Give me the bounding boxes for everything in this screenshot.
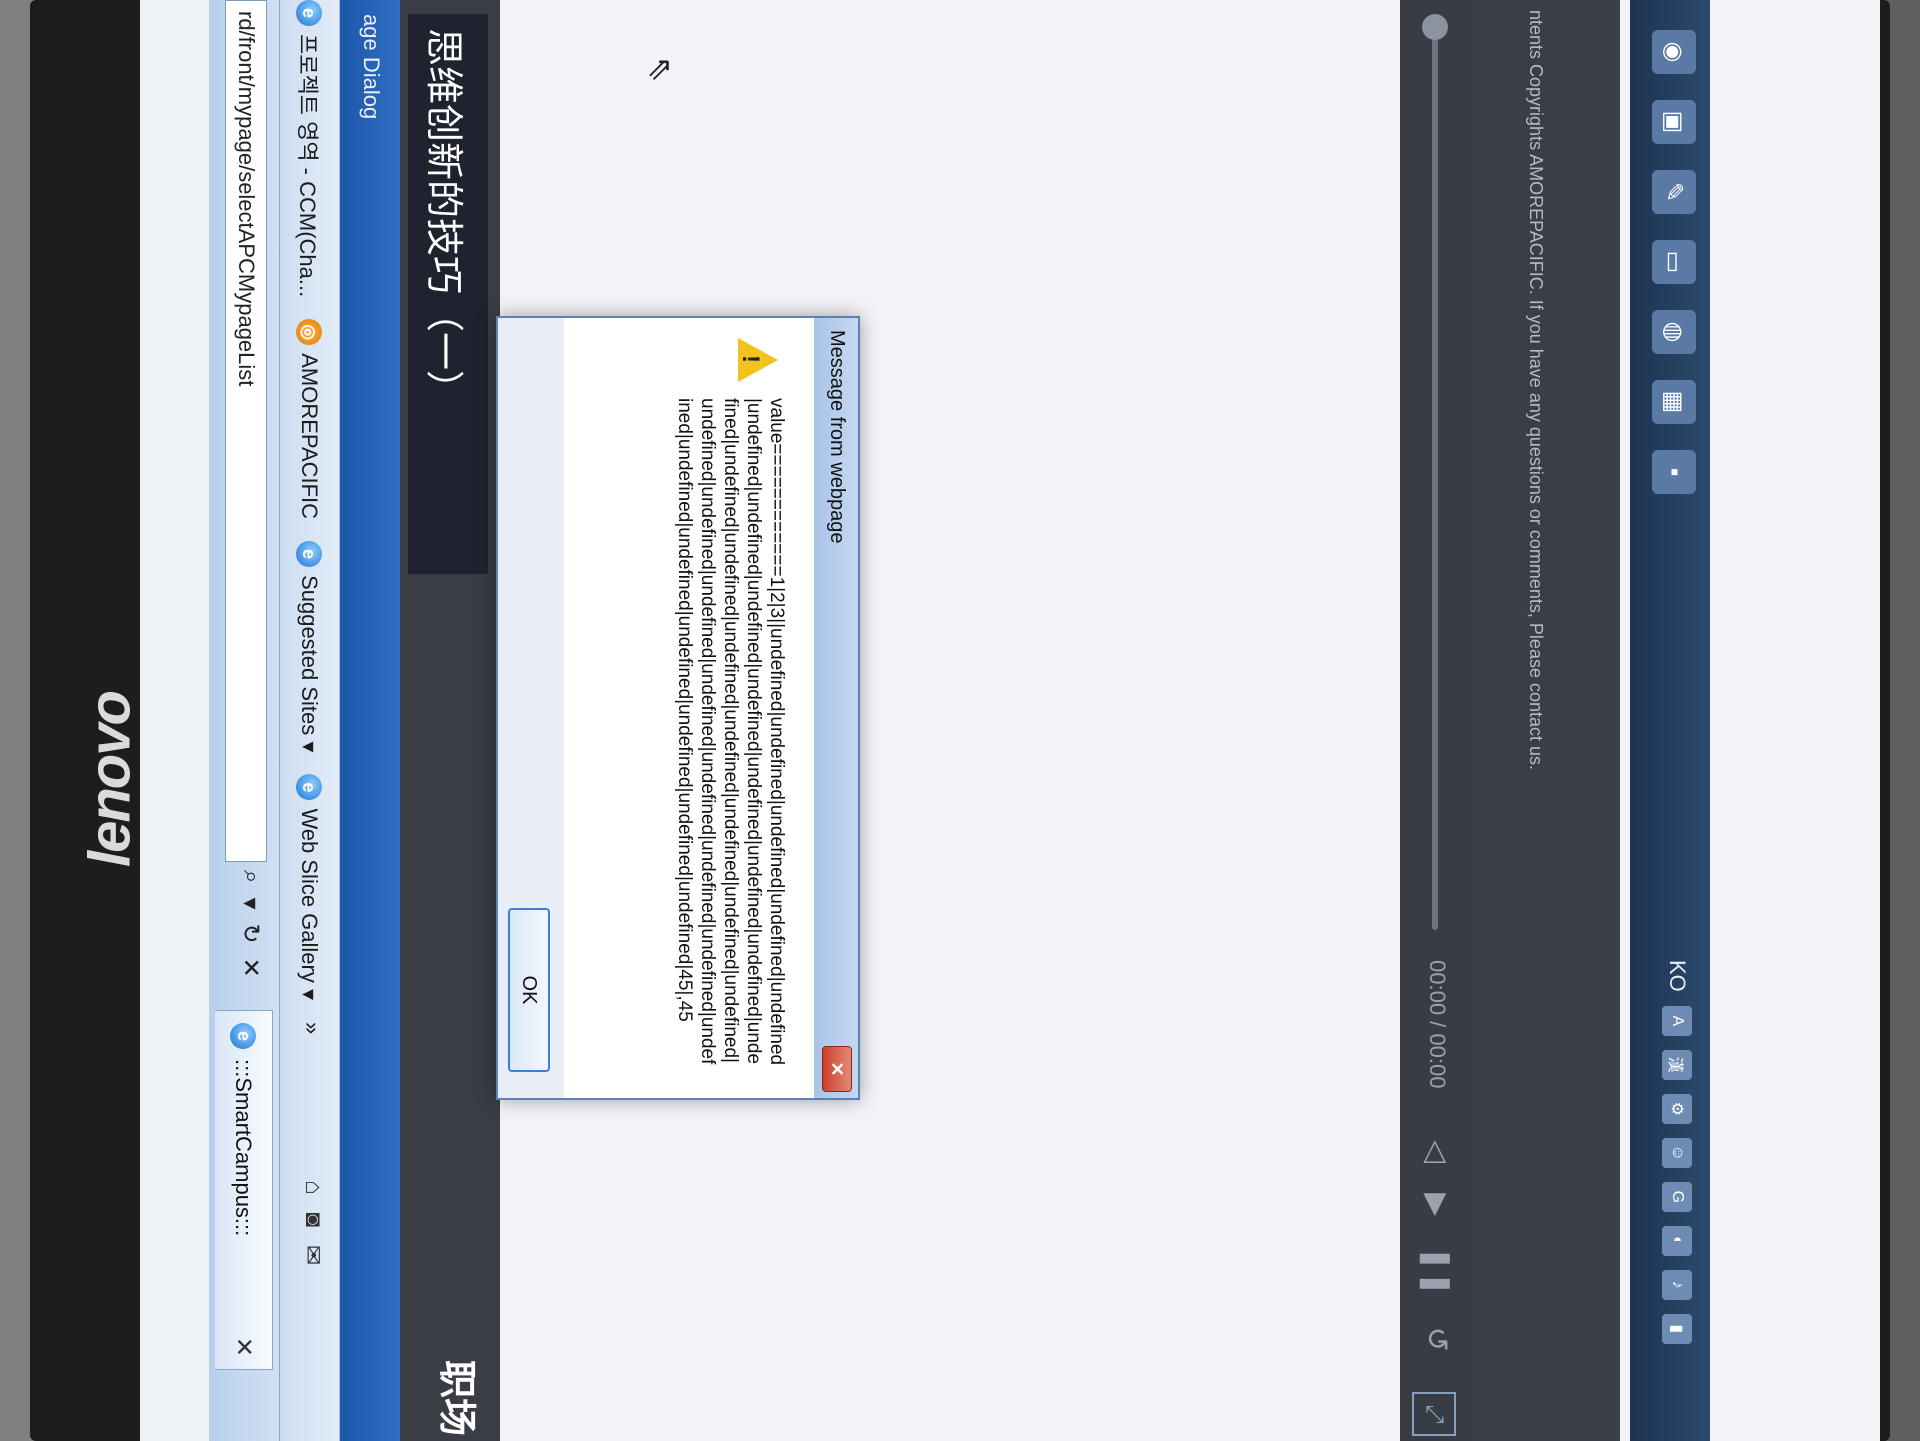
favorite-label: 프로젝트 영역 - CCM(Cha... [295,34,320,298]
page-content: ◉ ▣ ✎ ▭ ◍ ▦ ▪ KO A 漢 ⚙ ☺ G ◐ ♪ ▮ ntents … [400,0,1880,1441]
stop-icon[interactable]: ✕ [236,958,265,978]
chat-icon[interactable]: ◍ [1652,310,1696,354]
favorite-label: Suggested Sites ▾ [297,575,322,753]
taskbar: ◉ ▣ ✎ ▭ ◍ ▦ ▪ KO A 漢 ⚙ ☺ G ◐ ♪ ▮ [1630,0,1710,1441]
command-bar: ⌂ ◙ ✉ [298,1180,327,1265]
page-title: 思维创新的技巧（一） [408,14,488,574]
alert-dialog: Message from webpage ✕ ! value==========… [496,316,860,1100]
address-row: rd/front/mypage/selectAPCMypageList ⌕ ▾ … [209,0,280,1441]
browser-title-bar: age Dialog [340,0,400,1441]
tray-network-icon[interactable]: ◐ [1662,1225,1692,1256]
notes-icon[interactable]: ✎ [1652,170,1696,214]
tray-g-icon[interactable]: G [1662,1181,1692,1212]
media-progress-track[interactable] [1432,30,1438,930]
favorite-item[interactable]: ◎ AMOREPACIFIC [293,319,325,519]
footer-copyright: ntents Copyrights AMOREPACIFIC. If you h… [1526,10,1546,771]
favorites-bar: e 프로젝트 영역 - CCM(Cha... ◎ AMOREPACIFIC e … [279,0,340,1441]
app-icon[interactable]: ▣ [1652,100,1696,144]
address-url: rd/front/mypage/selectAPCMypageList [234,11,259,387]
dialog-footer: OK [498,318,564,1098]
tray-settings-icon[interactable]: ⚙ [1662,1093,1692,1124]
system-tray: KO A 漢 ⚙ ☺ G ◐ ♪ ▮ [1662,960,1692,1344]
media-time: 00:00 / 00:00 [1425,960,1450,1089]
pause-icon[interactable]: ❚❚ [1419,1246,1454,1296]
replay-icon[interactable]: ↺ [1419,1326,1454,1351]
mail-icon[interactable]: ✉ [298,1245,327,1265]
fullscreen-icon[interactable]: ⤢ [1412,1392,1456,1436]
favorites-more-button[interactable]: » [293,1022,325,1034]
volume-icon[interactable]: ◁ [1419,1140,1454,1163]
favorite-icon: e [296,774,322,801]
folder-icon[interactable]: ▭ [1652,240,1696,284]
play-icon[interactable]: ▶ [1419,1193,1454,1216]
ok-button[interactable]: OK [508,908,550,1072]
window-title: age Dialog [359,14,384,120]
dialog-body: ! value============1|2|3||undefined|unde… [564,318,814,1098]
favorite-icon: e [296,541,322,568]
page-footer: ntents Copyrights AMOREPACIFIC. If you h… [1470,0,1620,1441]
ie-icon: e [230,1023,257,1049]
refresh-icon[interactable]: ↻ [236,924,265,944]
favorites-list: e 프로젝트 영역 - CCM(Cha... ◎ AMOREPACIFIC e … [293,0,325,1034]
dropdown-icon[interactable]: ▾ [236,897,265,909]
mouse-cursor-icon: ⇖ [643,56,679,83]
dialog-title-bar: Message from webpage ✕ [813,318,858,1098]
tab-smartcampus[interactable]: e :::SmartCampus::: ✕ [215,1010,273,1370]
tab-title: :::SmartCampus::: [231,1059,257,1237]
favorite-label: AMOREPACIFIC [297,353,322,520]
media-player-bar: 00:00 / 00:00 ◁ ▶ ❚❚ ↺ ⤢ [1400,0,1470,1441]
tray-language[interactable]: KO [1664,960,1690,992]
address-controls: ⌕ ▾ ↻ ✕ [236,870,265,978]
media-progress-knob[interactable] [1422,14,1448,40]
tray-ime-icon[interactable]: A [1662,1005,1692,1036]
favorite-item[interactable]: e Web Slice Gallery ▾ [293,774,325,1000]
media-controls: ◁ ▶ ❚❚ ↺ [1419,1140,1454,1352]
dialog-close-button[interactable]: ✕ [822,1046,852,1092]
tray-volume-icon[interactable]: ♪ [1662,1269,1692,1300]
warning-mark: ! [737,355,764,363]
favorite-label: Web Slice Gallery ▾ [297,808,322,1001]
dialog-title: Message from webpage [826,330,848,544]
monitor-screen: ◉ ▣ ✎ ▭ ◍ ▦ ▪ KO A 漢 ⚙ ☺ G ◐ ♪ ▮ ntents … [140,0,1880,1441]
favorite-item[interactable]: e 프로젝트 영역 - CCM(Cha... [293,0,325,297]
tray-smile-icon[interactable]: ☺ [1662,1137,1692,1168]
address-bar[interactable]: rd/front/mypage/selectAPCMypageList [225,0,267,862]
browser-window: ◉ ▣ ✎ ▭ ◍ ▦ ▪ KO A 漢 ⚙ ☺ G ◐ ♪ ▮ ntents … [140,0,1880,1441]
rss-icon[interactable]: ◙ [298,1213,327,1228]
rotated-desktop: ◉ ▣ ✎ ▭ ◍ ▦ ▪ KO A 漢 ⚙ ☺ G ◐ ♪ ▮ ntents … [140,0,1880,1441]
search-icon[interactable]: ⌕ [236,870,265,883]
dialog-message: value============1|2|3||undefined|undefi… [674,398,787,1066]
taskbar-icons: ◉ ▣ ✎ ▭ ◍ ▦ ▪ [1652,30,1696,494]
page-side-label: 职场 [435,1360,477,1437]
monitor-logo: lenovo [77,692,143,868]
chrome-icon[interactable]: ◉ [1652,30,1696,74]
windows-icon[interactable]: ▦ [1652,380,1696,424]
home-icon[interactable]: ⌂ [298,1180,327,1195]
tab-close-icon[interactable]: ✕ [229,1337,258,1357]
tray-battery-icon[interactable]: ▮ [1662,1313,1692,1344]
tray-hanja-icon[interactable]: 漢 [1662,1049,1692,1080]
terminal-icon[interactable]: ▪ [1652,450,1696,494]
favorite-icon: e [296,0,322,26]
favorite-item[interactable]: e Suggested Sites ▾ [293,541,325,752]
favorite-icon: ◎ [296,319,322,346]
